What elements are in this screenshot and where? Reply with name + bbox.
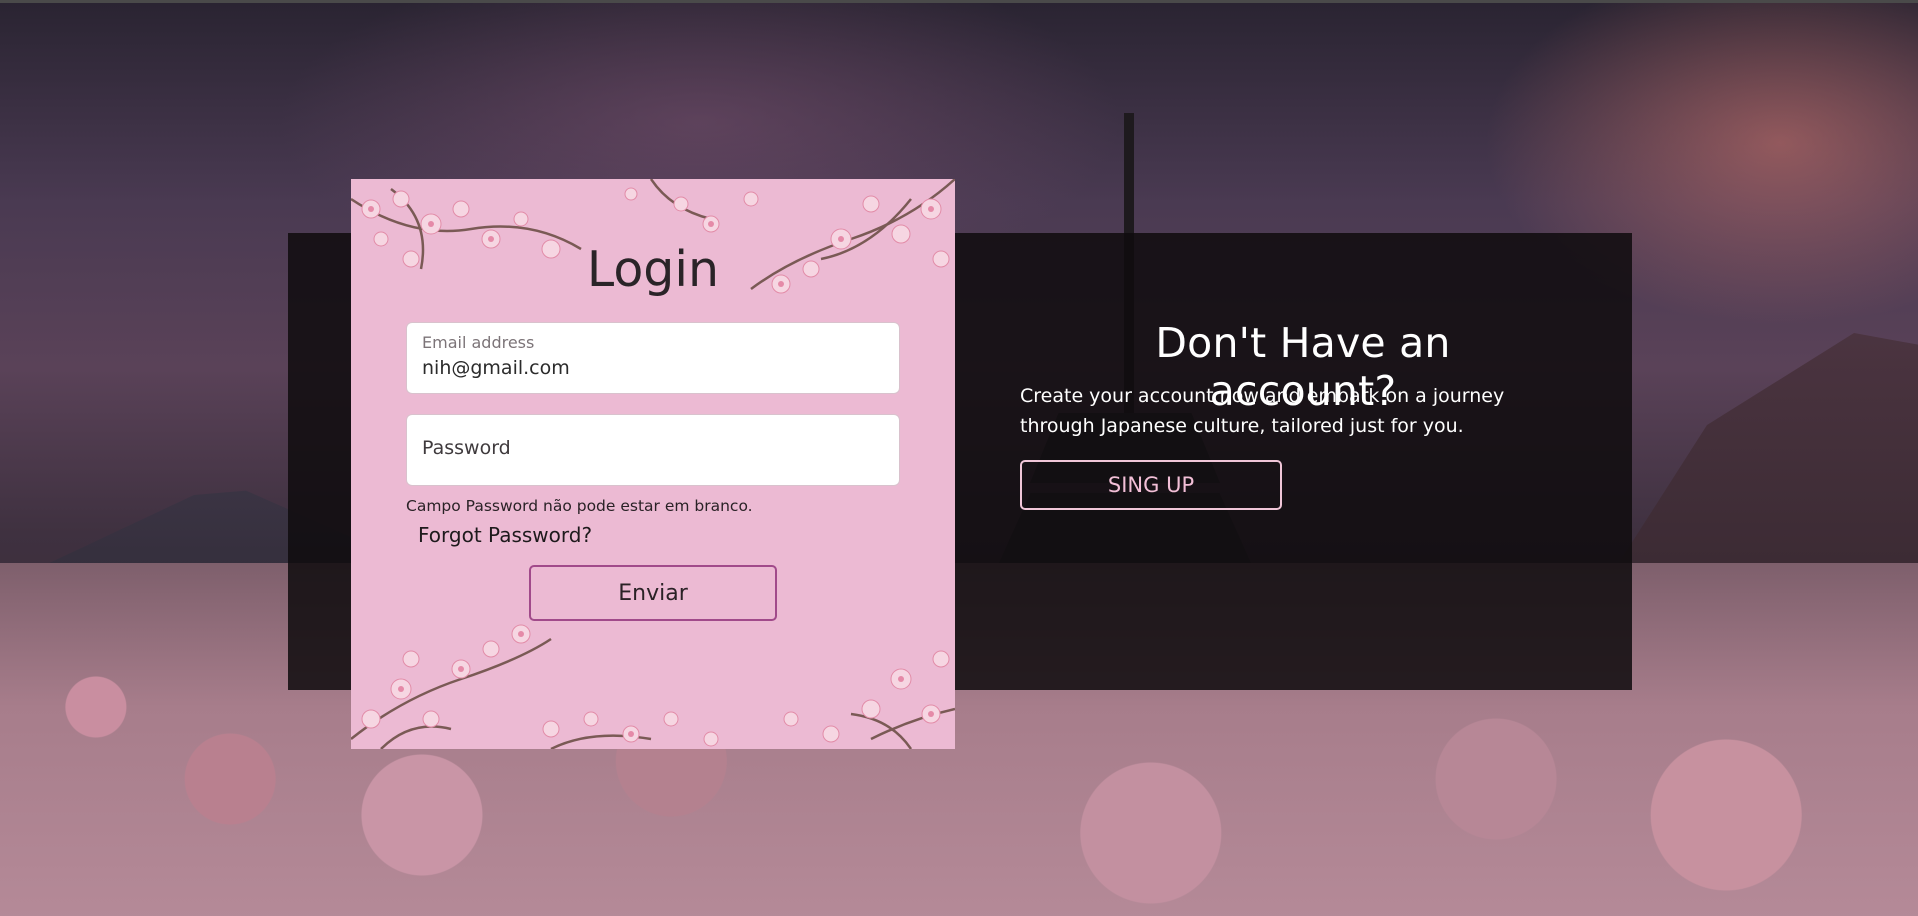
signup-panel: Don't Have an account? Create your accou… [1020, 233, 1580, 690]
password-input[interactable] [422, 437, 882, 459]
submit-button[interactable]: Enviar [529, 565, 777, 621]
email-input[interactable] [422, 357, 882, 379]
cherry-blossom-bottom-icon [351, 624, 955, 749]
login-card: Login Email address Campo Password não p… [351, 179, 955, 749]
signup-button[interactable]: SING UP [1020, 460, 1282, 510]
signup-description: Create your account now and embark on a … [1020, 385, 1505, 437]
email-label: Email address [422, 333, 535, 352]
background-scene: Don't Have an account? Create your accou… [0, 0, 1918, 916]
password-field[interactable] [406, 414, 900, 486]
email-field[interactable]: Email address [406, 322, 900, 394]
password-validation-message: Campo Password não pode estar em branco. [406, 497, 753, 515]
forgot-password-link[interactable]: Forgot Password? [418, 523, 592, 547]
login-title: Login [586, 241, 720, 298]
